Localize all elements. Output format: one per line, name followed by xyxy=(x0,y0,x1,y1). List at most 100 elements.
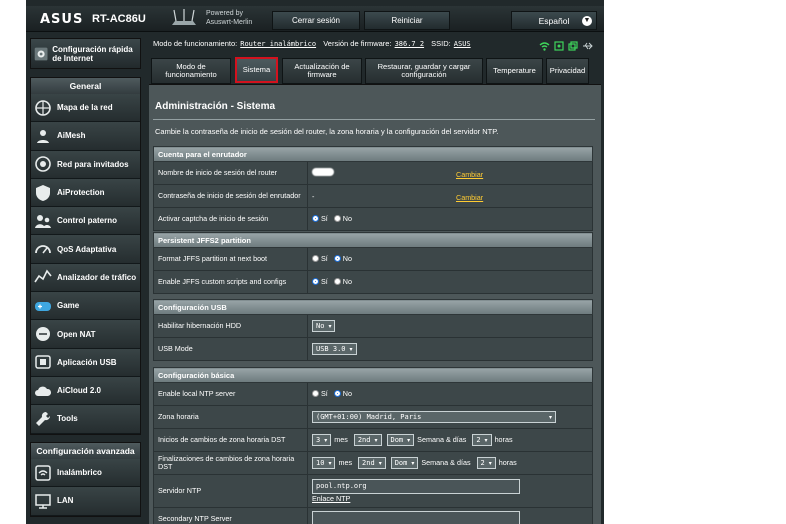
captcha-yes-radio[interactable]: Sí xyxy=(312,214,328,223)
sidebar-item-wrench[interactable]: Tools xyxy=(31,405,140,434)
captcha-yes-label: Sí xyxy=(321,214,328,223)
secondary-ntp-input[interactable] xyxy=(312,510,520,524)
usb-mode-select[interactable]: USB 3.0 ▾ xyxy=(312,343,357,355)
dst-end-weekday-label: Semana & días xyxy=(421,458,471,467)
copy-status-icon[interactable] xyxy=(568,41,578,51)
router-password-label: Contraseña de inicio de sesión del enrut… xyxy=(153,184,308,208)
jffs-section-header: Persistent JFFS2 partition xyxy=(153,232,593,248)
sidebar-item-label: AiProtection xyxy=(57,188,105,198)
sidebar-item-gamepad[interactable]: Game xyxy=(31,292,140,321)
account-settings-table: Cuenta para el enrutador Nombre de inici… xyxy=(153,146,593,231)
chevron-down-icon: ▾ xyxy=(328,459,332,467)
wifi-icon xyxy=(35,464,51,481)
dst-end-day-select[interactable]: Dom ▾ xyxy=(390,457,419,469)
dst-start-month-select[interactable]: 3 ▾ xyxy=(312,434,332,446)
firmware-brand: Asuswrt-Merlin xyxy=(206,19,253,26)
page-description: Cambie la contraseña de inicio de sesión… xyxy=(155,127,499,136)
captcha-no-radio[interactable]: No xyxy=(333,214,352,223)
sidebar-item-cloud[interactable]: AiCloud 2.0 xyxy=(31,376,140,406)
app-status-icon[interactable] xyxy=(554,41,564,51)
chevron-down-icon: ▾ xyxy=(378,459,382,467)
mode-label: Modo de funcionamiento: xyxy=(153,39,238,48)
sidebar-item-traffic-analyzer[interactable]: Analizador de tráfico xyxy=(31,263,140,293)
hdd-hibernation-select[interactable]: No ▾ xyxy=(312,320,336,332)
change-password-link[interactable]: Cambiar xyxy=(456,193,483,202)
dst-start-month-label: mes xyxy=(334,435,348,444)
timezone-select[interactable]: (GMT+01:00) Madrid, Paris ▾ xyxy=(312,411,556,423)
sidebar-item-label: Game xyxy=(57,301,80,311)
language-select[interactable]: Español ▼ xyxy=(511,11,597,30)
ntp-link[interactable]: Enlace NTP xyxy=(312,494,350,503)
mode-value-link[interactable]: Router inalámbrico xyxy=(240,40,316,48)
dst-end-hour-select[interactable]: 2 ▾ xyxy=(476,457,496,469)
jffs-scripts-yes-radio[interactable]: Sí xyxy=(312,277,328,286)
dst-end-week-select[interactable]: 2nd ▾ xyxy=(358,457,386,469)
format-jffs-no-radio[interactable]: No xyxy=(333,254,352,263)
wrench-icon xyxy=(36,411,51,426)
dst-start-week-select[interactable]: 2nd ▾ xyxy=(353,434,382,446)
quick-setup-label: Configuración rápida de Internet xyxy=(52,44,133,63)
dst-end-hour-label: horas xyxy=(498,458,517,467)
reboot-button[interactable]: Reiniciar xyxy=(364,11,450,30)
sidebar-item-speedometer[interactable]: QoS Adaptativa xyxy=(31,235,140,264)
info-bar: Modo de funcionamiento: Router inalámbric… xyxy=(153,39,599,51)
quick-setup-button[interactable]: Configuración rápida de Internet xyxy=(30,38,141,69)
network-map-icon xyxy=(35,99,51,116)
dst-start-day-select[interactable]: Dom ▾ xyxy=(386,434,415,446)
jffs-scripts-no-radio[interactable]: No xyxy=(333,277,352,286)
sidebar-item-guest-network[interactable]: Red para invitados xyxy=(31,150,140,179)
tab-firmware-upgrade[interactable]: Actualización de firmware xyxy=(282,58,362,84)
guest-network-icon xyxy=(35,156,51,173)
chevron-down-icon: ▾ xyxy=(349,345,353,353)
traffic-analyzer-icon xyxy=(34,269,52,283)
sidebar-item-aimesh[interactable]: AiMesh xyxy=(31,122,140,151)
dst-end-month-label: mes xyxy=(338,458,353,467)
ntp-server-input[interactable]: pool.ntp.org xyxy=(312,479,520,494)
usb-section-header: Configuración USB xyxy=(153,299,593,315)
captcha-no-label: No xyxy=(342,214,352,223)
model-name: RT-AC86U xyxy=(92,13,146,25)
asus-logo: ASUS xyxy=(40,12,84,27)
main-panel: Modo de funcionamiento: Router inalámbric… xyxy=(149,34,601,524)
ssid-value-link[interactable]: ASUS xyxy=(454,40,471,48)
sidebar-item-usb[interactable]: Aplicación USB xyxy=(31,348,140,377)
sidebar-item-shield[interactable]: AiProtection xyxy=(31,178,140,208)
dst-start-label: Inicios de cambios de zona horaria DST xyxy=(153,428,308,452)
sidebar-item-label: Analizador de tráfico xyxy=(57,272,137,282)
dst-start-hour-select[interactable]: 2 ▾ xyxy=(472,434,492,446)
format-jffs-yes-label: Sí xyxy=(321,254,328,263)
local-ntp-no-radio[interactable]: No xyxy=(333,389,352,398)
sidebar-item-label: Inalámbrico xyxy=(57,468,102,478)
tab-temperature[interactable]: Temperature xyxy=(486,58,543,84)
sidebar-item-parental-control[interactable]: Control paterno xyxy=(31,207,140,236)
tab-privacy[interactable]: Privacidad xyxy=(546,58,589,84)
wifi-status-icon[interactable] xyxy=(539,41,550,51)
general-section: General Mapa de la red AiMesh Red para inv… xyxy=(30,77,141,435)
firmware-value-link[interactable]: 386.7_2 xyxy=(395,40,425,48)
jffs-settings-table: Persistent JFFS2 partition Format JFFS p… xyxy=(153,232,593,294)
usb-status-icon[interactable] xyxy=(582,41,593,51)
dst-end-month-select[interactable]: 10 ▾ xyxy=(312,457,336,469)
chevron-down-icon: ▾ xyxy=(407,436,411,444)
sidebar-item-label: AiCloud 2.0 xyxy=(57,386,102,396)
tab-operation-mode[interactable]: Modo de funcionamiento xyxy=(151,58,231,84)
tab-restore-save-config[interactable]: Restaurar, guardar y cargar configuració… xyxy=(365,58,483,84)
sidebar-item-lan[interactable]: LAN xyxy=(31,487,140,516)
timezone-value: (GMT+01:00) Madrid, Paris xyxy=(316,413,422,421)
format-jffs-yes-radio[interactable]: Sí xyxy=(312,254,328,263)
top-bar: ASUS RT-AC86U Powered by Asuswrt-Merlin C… xyxy=(26,6,604,32)
content-area: Administración - Sistema Cambie la contr… xyxy=(149,84,601,524)
change-login-name-link[interactable]: Cambiar xyxy=(456,170,483,179)
tab-system[interactable]: Sistema xyxy=(235,57,278,83)
chevron-down-icon: ▼ xyxy=(582,16,592,26)
sidebar-item-label: Control paterno xyxy=(57,216,117,226)
logout-button[interactable]: Cerrar sesión xyxy=(272,11,360,30)
local-ntp-yes-radio[interactable]: Sí xyxy=(312,389,328,398)
sidebar-item-label: Mapa de la red xyxy=(57,103,113,113)
sidebar-item-wifi[interactable]: Inalámbrico xyxy=(31,459,140,488)
timezone-label: Zona horaria xyxy=(153,405,308,429)
tab-bar: Modo de funcionamiento Sistema Actualiza… xyxy=(149,57,601,84)
sidebar-item-open-nat[interactable]: Open NAT xyxy=(31,320,140,349)
local-ntp-label: Enable local NTP server xyxy=(153,382,308,406)
sidebar-item-network-map[interactable]: Mapa de la red xyxy=(31,94,140,123)
